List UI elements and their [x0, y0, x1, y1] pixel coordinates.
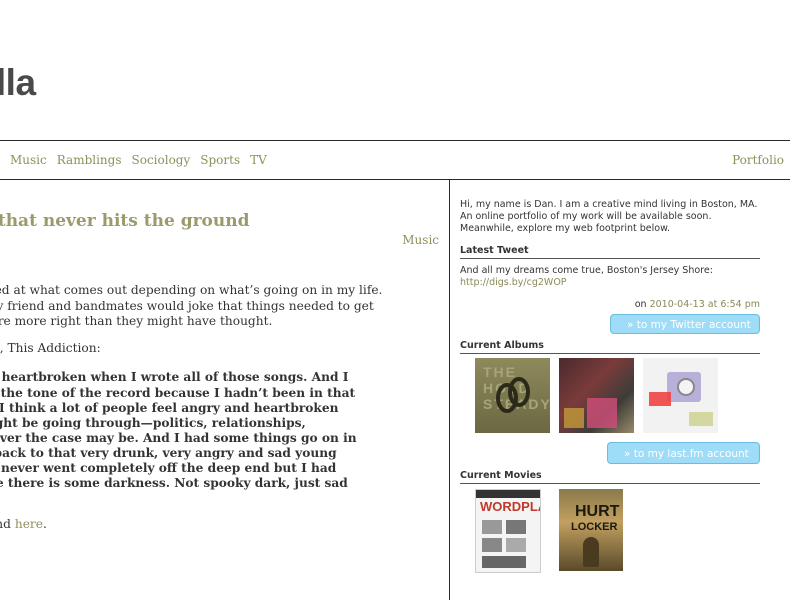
- here-link[interactable]: here: [15, 517, 43, 531]
- quote-line: angst-y and heartbroken when I wrote all…: [0, 370, 349, 384]
- twitter-account-button[interactable]: » to my Twitter account: [610, 314, 760, 334]
- header-bottom-rule: [0, 179, 790, 180]
- poster-title-graphic: LOCKER: [571, 521, 618, 533]
- post-paragraph-line: ell for me, my friend and bandmates woul…: [0, 299, 374, 313]
- about-text: Hi, my name is Dan. I am a creative mind…: [460, 199, 758, 234]
- albums-list: THE HOLD STEADY: [460, 354, 760, 454]
- album-cover-3[interactable]: [643, 358, 718, 433]
- current-movies-heading: Current Movies: [460, 470, 760, 484]
- nav-item-music[interactable]: Music: [10, 153, 47, 167]
- post-paragraph-line: ffer. They were more right than they mig…: [0, 314, 273, 328]
- tweet-link[interactable]: http://digs.by/cg2WOP: [460, 277, 760, 289]
- poster-title-graphic: HURT: [575, 503, 620, 520]
- post-intro-line: ’s new album, This Addiction:: [0, 341, 101, 355]
- nav-item-tv[interactable]: TV: [250, 153, 267, 167]
- quote-line: nd therefore there is some darkness. Not…: [0, 476, 348, 490]
- site-title[interactable]: billa: [0, 62, 36, 104]
- nav-item-portfolio[interactable]: Portfolio: [732, 153, 784, 167]
- chain-icon: [496, 377, 530, 413]
- sidebar: Hi, my name is Dan. I am a creative mind…: [460, 199, 760, 574]
- header-top-rule: [0, 140, 790, 141]
- quote-line: rought me back to that very drunk, very …: [0, 446, 337, 460]
- movie-poster-2[interactable]: HURT LOCKER: [559, 489, 623, 571]
- tweet-date[interactable]: 2010-04-13 at 6:54 pm: [650, 299, 760, 310]
- quote-line: years ago. I never went completely off t…: [0, 461, 337, 475]
- latest-tweet-heading: Latest Tweet: [460, 245, 760, 259]
- movie-poster-1[interactable]: WORDPLAY: [475, 489, 541, 573]
- nav-item-sociology[interactable]: Sociology: [132, 153, 191, 167]
- category-nav: Music Ramblings Sociology Sports TV: [10, 153, 277, 167]
- tweet-date-line: on 2010-04-13 at 6:54 pm: [634, 299, 760, 310]
- quote-line: t is they might be going through—politic…: [0, 416, 306, 430]
- post-footer-line: n be found here.: [0, 517, 47, 531]
- album-cover-1[interactable]: THE HOLD STEADY: [475, 358, 550, 433]
- album-cover-2[interactable]: [559, 358, 634, 433]
- post-category-link[interactable]: Music: [402, 233, 439, 247]
- current-albums-heading: Current Albums: [460, 340, 760, 354]
- quote-line: ying—whatever the case may be. And I had…: [0, 431, 357, 445]
- post-paragraph-line: s been amazed at what comes out dependin…: [0, 283, 383, 297]
- nav-item-sports[interactable]: Sports: [200, 153, 240, 167]
- post-title[interactable]: sh that never hits the ground: [0, 211, 250, 231]
- nav-item-ramblings[interactable]: Ramblings: [57, 153, 122, 167]
- tweet-text: And all my dreams come true, Boston's Je…: [460, 265, 713, 276]
- quote-line: for a while. I think a lot of people fee…: [0, 401, 339, 415]
- quote-line: t to do with the tone of the record beca…: [0, 386, 356, 400]
- poster-title-graphic: WORDPLAY: [480, 499, 540, 514]
- movies-list: WORDPLAY HURT LOCKER: [460, 484, 760, 574]
- column-divider: [449, 180, 450, 600]
